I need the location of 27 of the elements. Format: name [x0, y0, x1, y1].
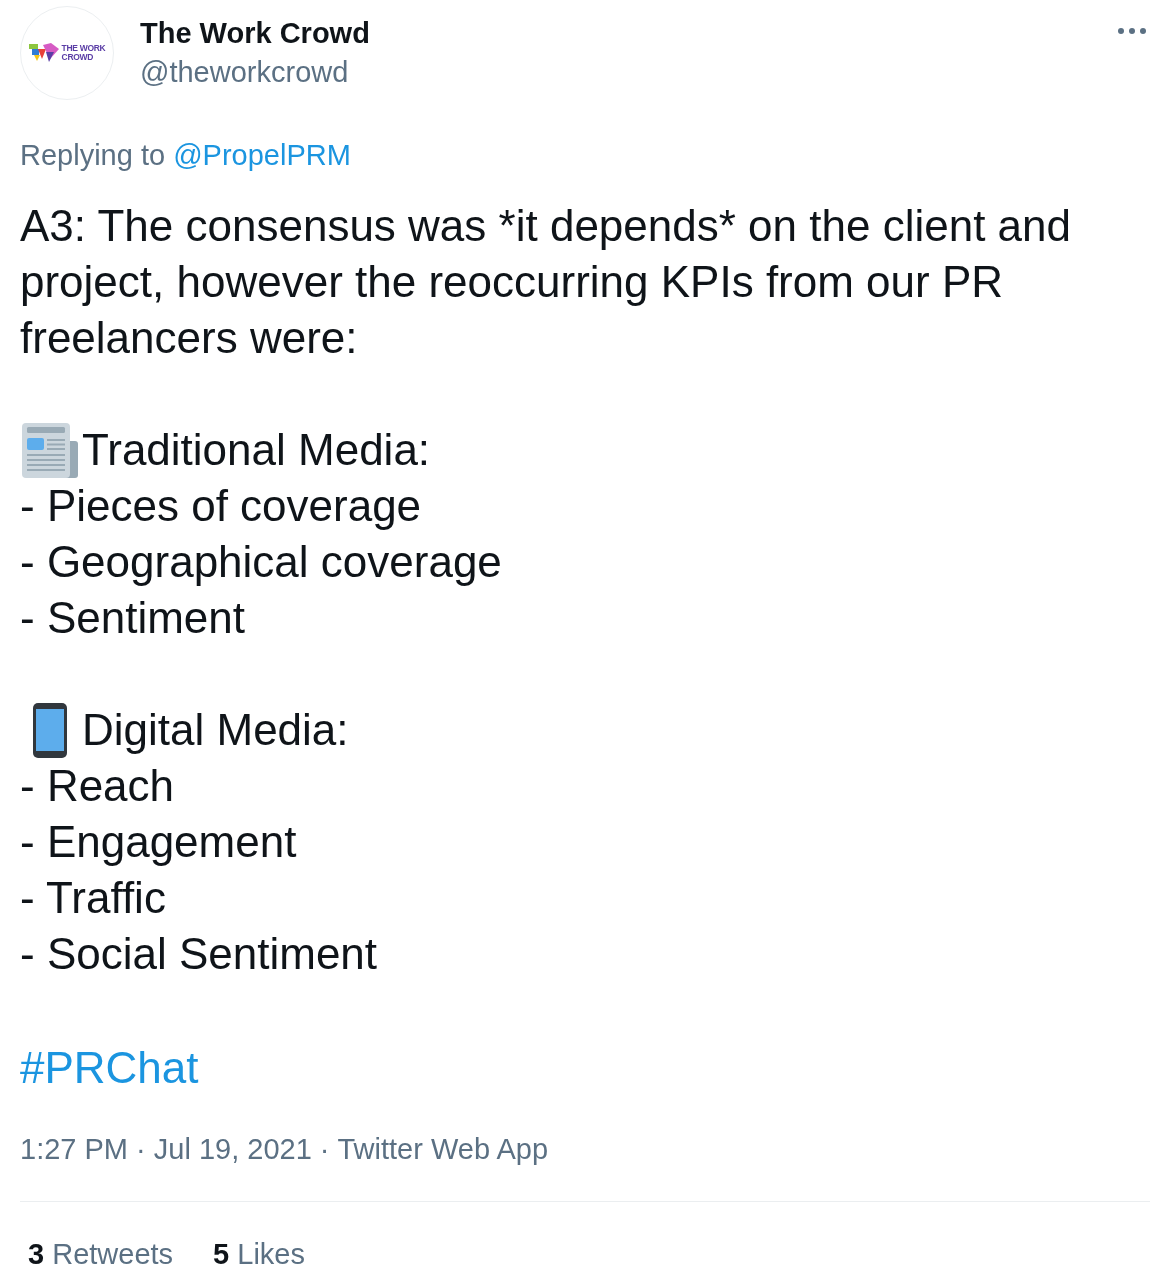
hashtag-link[interactable]: #PRChat: [20, 1040, 199, 1096]
separator: ·: [319, 1132, 330, 1167]
stat-link[interactable]: 5 Likes: [213, 1236, 305, 1272]
stat-link[interactable]: 3 Retweets: [28, 1236, 174, 1272]
list-item: - Geographical coverage: [20, 536, 503, 588]
list-item: - Sentiment: [20, 592, 246, 644]
source-link[interactable]: Twitter Web App: [337, 1131, 549, 1167]
list-item: - Pieces of coverage: [20, 480, 423, 532]
avatar-circle[interactable]: THE WORK CROWD: [20, 6, 114, 100]
more-icon[interactable]: [1118, 28, 1146, 34]
list-item: - Social Sentiment: [20, 928, 379, 980]
tweet-text: A3: The consensus was *it depends* on the client and project, however the reoccurring KPIs from our PR freelancers were:: [20, 200, 1072, 364]
newspaper-icon: [22, 422, 78, 478]
reply-context: Replying to @PropelPRM: [20, 138, 352, 173]
list-item: - Reach: [20, 760, 176, 812]
logo-text: CROWD: [61, 53, 95, 62]
section-heading: Digital Media:: [82, 704, 349, 756]
list-item: - Engagement: [20, 816, 298, 868]
list-item: - Traffic: [20, 872, 167, 924]
logo-text: THE WORK: [61, 44, 106, 53]
author-handle[interactable]: @theworkcrowd: [140, 54, 370, 90]
mention-link[interactable]: @PropelPRM: [173, 139, 351, 171]
section-heading: Traditional Media:: [82, 424, 431, 476]
logo-icon: [28, 43, 59, 63]
author-name[interactable]: The Work Crowd: [140, 15, 370, 51]
timestamp-link[interactable]: 1:27 PM · Jul 19, 2021: [20, 1131, 312, 1167]
phone-icon: [33, 702, 67, 758]
